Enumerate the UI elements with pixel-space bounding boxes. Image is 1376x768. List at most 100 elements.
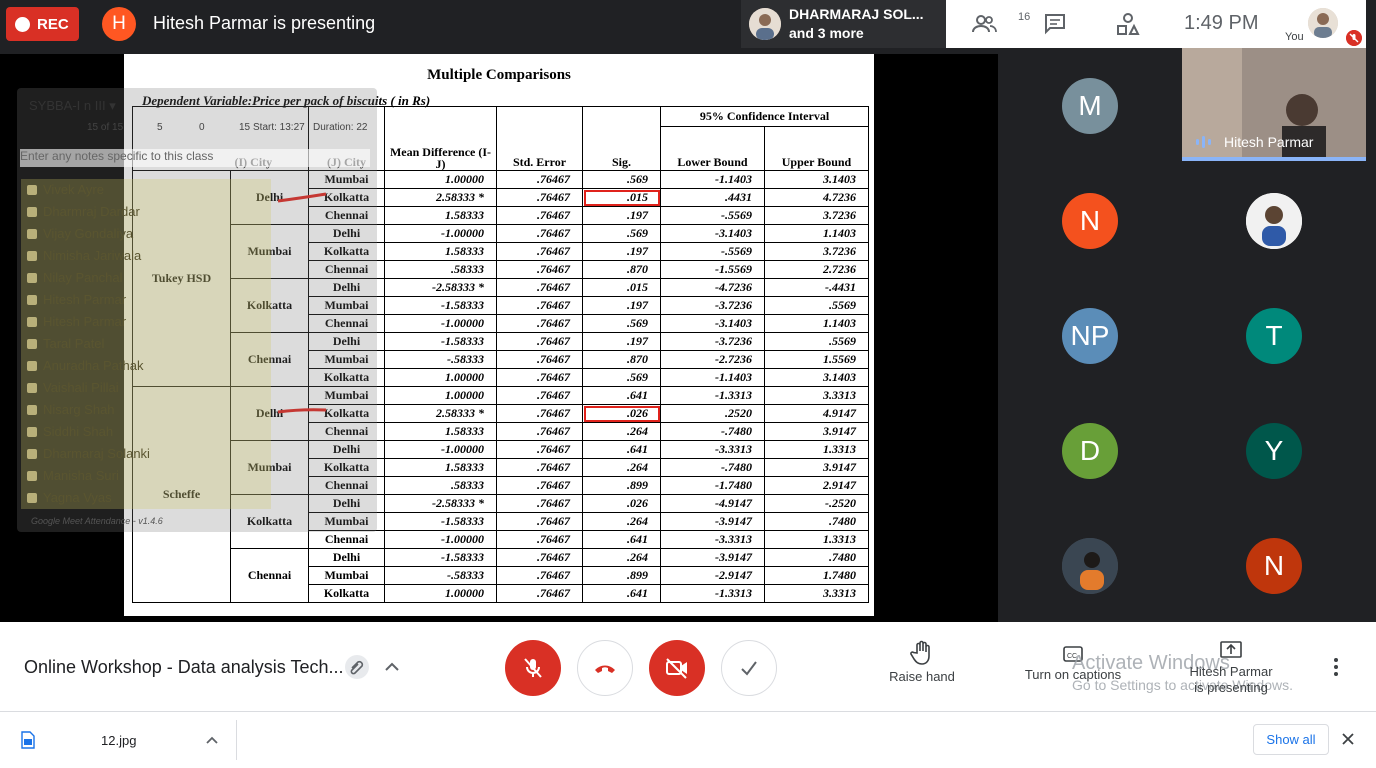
std-error-cell: .76467 [496,494,583,513]
attendance-list-item[interactable]: Yagna Vyas [21,487,271,509]
presenting-text: Hitesh Parmar is presenting [153,13,376,33]
sig-cell: .641 [582,530,661,549]
raise-hand-button[interactable]: Raise hand [886,640,958,684]
std-error-cell: .76467 [496,530,583,549]
leave-call-button[interactable] [577,640,633,696]
upper-bound-cell: 1.1403 [764,224,869,243]
attendance-list-item[interactable]: Nimisha Jariwala [21,245,271,267]
sig-cell: .899 [582,476,661,495]
chat-icon[interactable] [1042,11,1068,37]
lower-bound-cell: -3.7236 [660,296,765,315]
mean-diff-cell: -1.58333 [384,548,497,567]
attendance-list-item[interactable]: Dharmraj Dardar [21,201,271,223]
participant-avatar[interactable]: Y [1246,423,1302,479]
sig-cell: .569 [582,224,661,243]
participant-avatar[interactable]: T [1246,308,1302,364]
self-avatar[interactable] [1308,8,1338,38]
stat-a: 5 [157,122,163,133]
show-all-button[interactable]: Show all [1253,724,1329,755]
attendance-check-button[interactable] [721,640,777,696]
std-error-cell: .76467 [496,368,583,387]
upper-bound-cell: 1.3313 [764,530,869,549]
attendance-list-item[interactable]: Siddhi Shah [21,421,271,443]
participant-avatar[interactable]: N [1062,193,1118,249]
attendance-list-item[interactable]: Nilay Panchal [21,267,271,289]
std-error-cell: .76467 [496,404,583,423]
sig-cell: .197 [582,206,661,225]
attendance-list-item[interactable]: Taral Patel [21,333,271,355]
mean-diff-cell: 1.00000 [384,368,497,387]
speaker-name: DHARMARAJ SOL... [789,6,924,22]
lower-bound-cell: -3.3313 [660,530,765,549]
self-label: You [1285,31,1304,43]
upper-bound-cell: 4.9147 [764,404,869,423]
meeting-title[interactable]: Online Workshop - Data analysis Tech... [24,657,343,678]
raise-hand-label: Raise hand [889,669,955,684]
mic-off-icon [1346,30,1362,46]
chevron-up-icon[interactable] [383,658,401,676]
participant-avatar[interactable]: M [1062,78,1118,134]
attendance-list-item[interactable]: Vaishali Pillai [21,377,271,399]
people-icon[interactable] [970,10,998,38]
attachment-icon[interactable] [344,654,370,680]
std-error-cell: .76467 [496,566,583,585]
header-sig: Sig. [582,106,661,171]
sig-cell: .026 [582,494,661,513]
sig-cell: .870 [582,260,661,279]
class-select[interactable]: SYBBA-I n III ▾ [29,98,116,114]
participant-avatar[interactable]: N [1246,538,1302,594]
presenting-button[interactable]: Hitesh Parmar is presenting [1180,640,1282,696]
attendance-list-item[interactable]: Anuradha Pathak [21,355,271,377]
attendance-overlay[interactable]: SYBBA-I n III ▾ 15 of 15 5 0 15 Start: 1… [17,88,377,532]
attendance-list-item[interactable]: Hitesh Parmar [21,289,271,311]
std-error-cell: .76467 [496,314,583,333]
mic-toggle-button[interactable] [505,640,561,696]
download-filename[interactable]: 12.jpg [101,733,136,748]
attendance-list-item[interactable]: Dharmaraj Solanki [21,443,271,465]
more-options-icon[interactable] [1326,655,1346,679]
sig-cell: .641 [582,440,661,459]
mean-diff-cell: 2.58333 * [384,404,497,423]
i-city-cell: Chennai [230,548,309,603]
file-icon [21,731,35,749]
sig-cell: .569 [582,368,661,387]
sig-cell: .264 [582,422,661,441]
sig-cell: .264 [582,548,661,567]
activities-icon[interactable] [1115,11,1141,37]
mean-diff-cell: 1.58333 [384,458,497,477]
attendance-list-item[interactable]: Nisarg Shah [21,399,271,421]
attendance-list-item[interactable]: Manisha Suri [21,465,271,487]
raise-hand-icon [910,640,930,665]
notes-field[interactable]: Enter any notes specific to this class [20,149,370,167]
std-error-cell: .76467 [496,476,583,495]
j-city-cell: Chennai [308,530,385,549]
mean-diff-cell: -1.58333 [384,332,497,351]
participant-avatar[interactable] [1246,193,1302,249]
participant-avatar[interactable] [1062,538,1118,594]
attendance-list-item[interactable]: Vijay Gondaliya [21,223,271,245]
camera-toggle-button[interactable] [649,640,705,696]
speaking-indicator [1182,157,1366,161]
mean-diff-cell: 1.00000 [384,170,497,189]
mean-diff-cell: -.58333 [384,566,497,585]
upper-bound-cell: .5569 [764,296,869,315]
speaker-avatar [749,8,781,40]
mean-diff-cell: -1.00000 [384,440,497,459]
participant-avatar[interactable]: D [1062,423,1118,479]
sig-cell: .641 [582,584,661,603]
participant-avatar[interactable]: NP [1062,308,1118,364]
sig-cell: .015 [582,278,661,297]
sig-cell: .641 [582,386,661,405]
sig-cell: .015 [582,188,661,207]
lower-bound-cell: -4.9147 [660,494,765,513]
active-speakers-chip[interactable]: DHARMARAJ SOL... and 3 more [741,0,946,48]
avatar-initial: Y [1264,435,1284,466]
avatar-initial: D [1079,435,1101,466]
upper-bound-cell: 3.3313 [764,386,869,405]
close-icon[interactable] [1340,731,1356,747]
header-mean-diff: Mean Difference (I-J) [384,106,497,171]
attendance-list-item[interactable]: Vivek Ayre [21,179,271,201]
lower-bound-cell: -.5569 [660,206,765,225]
chevron-up-icon[interactable] [204,732,220,748]
attendance-list-item[interactable]: Hitesh Parmar [21,311,271,333]
